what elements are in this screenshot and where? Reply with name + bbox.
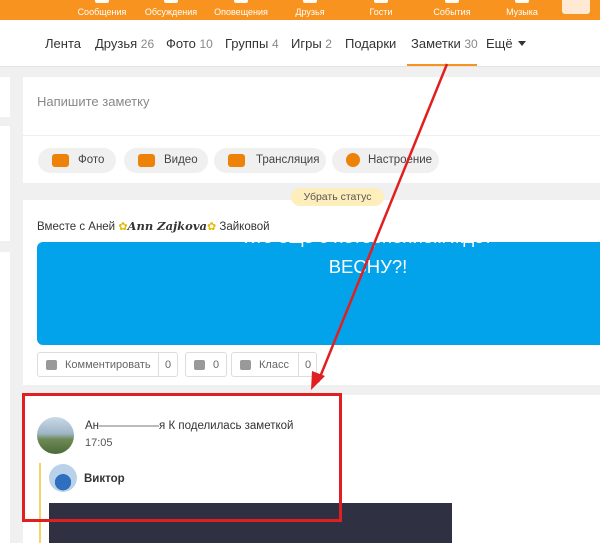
annotation-arrow [311,63,449,390]
